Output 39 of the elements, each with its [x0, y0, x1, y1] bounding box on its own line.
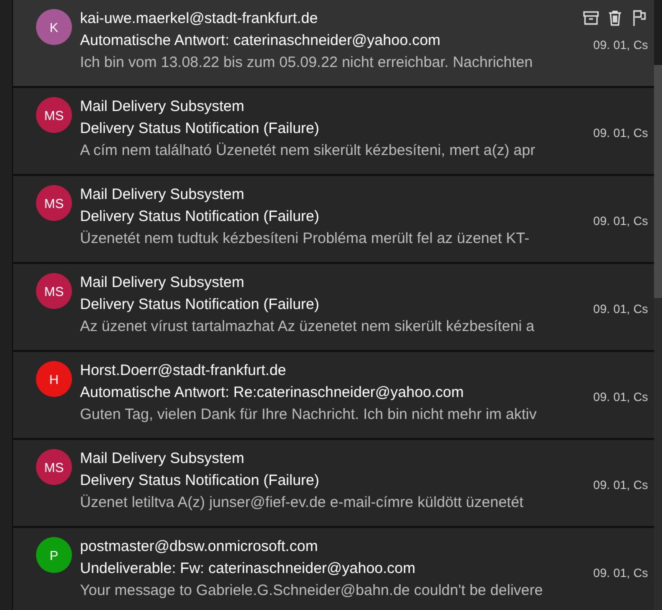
- preview-text: Guten Tag, vielen Dank für Ihre Nachricht. Ich bin nicht mehr im aktiv: [80, 405, 538, 425]
- date: 09. 01, Cs: [593, 126, 648, 140]
- subject: Automatische Antwort: Re:caterinaschneider@yahoo.com: [80, 383, 465, 403]
- sender-name: Mail Delivery Subsystem: [80, 97, 246, 117]
- sender-name: Mail Delivery Subsystem: [80, 449, 246, 469]
- avatar: MS: [36, 185, 72, 221]
- delete-icon[interactable]: [606, 9, 624, 27]
- avatar: K: [36, 9, 72, 45]
- scrollbar[interactable]: [654, 0, 662, 610]
- subject: Undeliverable: Fw: caterinaschneider@yahoo.com: [80, 559, 416, 579]
- avatar: MS: [36, 97, 72, 133]
- date: 09. 01, Cs: [593, 38, 648, 52]
- preview-text: Üzenetét nem tudtuk kézbesíteni Probléma merült fel az üzenet KT-: [80, 229, 530, 249]
- date: 09. 01, Cs: [593, 478, 648, 492]
- date: 09. 01, Cs: [593, 302, 648, 316]
- subject: Delivery Status Notification (Failure): [80, 119, 320, 139]
- avatar: P: [36, 537, 72, 573]
- sender-name: Mail Delivery Subsystem: [80, 185, 246, 205]
- preview-text: Ich bin vom 13.08.22 bis zum 05.09.22 nicht erreichbar. Nachrichten: [80, 53, 534, 73]
- date: 09. 01, Cs: [593, 214, 648, 228]
- message-row[interactable]: K kai-uwe.maerkel@stadt-frankfurt.de Automatische Antwort: caterinaschneider@yahoo.com Ich bin vom 13.08.22 bis zum 05.09.22 nicht erreichbar. Nachrichten 09. 01, Cs: [13, 0, 654, 88]
- avatar: H: [36, 361, 72, 397]
- subject: Delivery Status Notification (Failure): [80, 295, 320, 315]
- sender-name: Horst.Doerr@stadt-frankfurt.de: [80, 361, 288, 381]
- archive-icon[interactable]: [582, 9, 600, 27]
- sender-name: Mail Delivery Subsystem: [80, 273, 246, 293]
- preview-text: A cím nem található Üzenetét nem sikerült kézbesíteni, mert a(z) apr: [80, 141, 536, 161]
- subject: Delivery Status Notification (Failure): [80, 207, 320, 227]
- preview-text: Üzenet letiltva A(z) junser@fief-ev.de e-mail-címre küldött üzenetét: [80, 493, 524, 513]
- date: 09. 01, Cs: [593, 390, 648, 404]
- date: 09. 01, Cs: [593, 566, 648, 580]
- subject: Automatische Antwort: caterinaschneider@yahoo.com: [80, 31, 442, 51]
- sender-name: postmaster@dbsw.onmicrosoft.com: [80, 537, 319, 557]
- preview-text: Az üzenet vírust tartalmazhat Az üzenetet nem sikerült kézbesíteni a: [80, 317, 536, 337]
- sender-name: kai-uwe.maerkel@stadt-frankfurt.de: [80, 9, 319, 29]
- preview-text: Your message to Gabriele.G.Schneider@bahn.de couldn't be delivere: [80, 581, 544, 601]
- avatar: MS: [36, 273, 72, 309]
- subject: Delivery Status Notification (Failure): [80, 471, 320, 491]
- avatar: MS: [36, 449, 72, 485]
